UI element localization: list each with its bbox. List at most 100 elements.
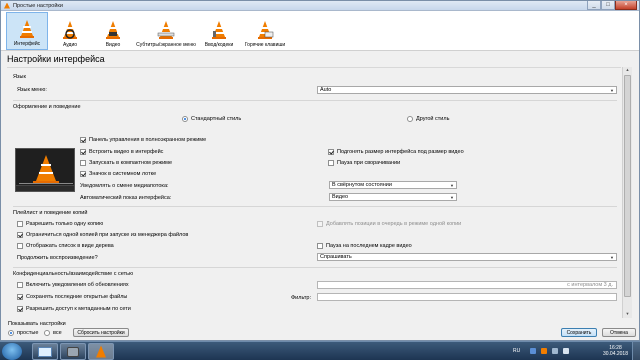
vlc-cone-icon [4,2,10,9]
reset-preferences-button[interactable]: Сбросить настройки [73,328,129,337]
scroll-up-icon[interactable]: ▲ [624,67,631,74]
tab-input-codecs[interactable]: Ввод/кодеки [198,12,240,50]
chevron-down-icon: ▼ [450,195,454,200]
checkbox-pause-minimized-label: Пауза при сворачивании [337,160,401,166]
checkbox-box [17,243,23,249]
tray-network-icon[interactable] [552,348,558,354]
checkbox-pause-minimized[interactable]: Пауза при сворачивании [328,160,400,166]
tab-subtitles[interactable]: Субтитры/экранное меню [135,12,197,50]
autoraise-label: Автоматический показ интерфейса: [80,195,172,201]
radio-other-style-label: Другой стиль [416,116,450,122]
subtitles-cone-icon [157,21,175,39]
tab-audio[interactable]: Аудио [49,12,91,50]
cancel-button[interactable]: Отмена [602,328,636,337]
radio-standard-style[interactable]: Стандартный стиль [182,116,241,122]
scroll-down-icon[interactable]: ▼ [624,311,631,318]
checkbox-start-minimal-label: Запускать в компактном режиме [89,160,173,166]
tray-flag-icon[interactable] [530,348,536,354]
tab-video[interactable]: Видео [92,12,134,50]
tray-vlc-icon[interactable] [541,348,547,354]
checkbox-box [80,149,86,155]
radio-dot [407,116,413,122]
checkbox-systray[interactable]: Значок в системном лотке [80,171,156,177]
show-desktop-button[interactable] [632,342,640,360]
scrollbar-thumb[interactable] [624,75,631,297]
checkbox-embed-video[interactable]: Встроить видео в интерфейс [80,149,163,155]
radio-dot [44,330,50,336]
checkbox-embed-video-label: Встроить видео в интерфейс [89,149,164,155]
checkbox-one-instance-fm[interactable]: Ограничиться одной копией при запуске из… [17,232,188,238]
save-button[interactable]: Сохранить [561,328,597,337]
minimize-button[interactable]: _ [587,1,601,10]
video-cone-icon [106,21,120,39]
settings-scrollbar[interactable]: ▲ ▼ [622,67,632,318]
checkbox-systray-label: Значок в системном лотке [89,171,157,177]
tray-clock[interactable]: 16:28 30.04.2018 [603,345,628,357]
checkbox-box [17,294,23,300]
title-bar[interactable]: Простые настройки _ □ × [1,1,639,11]
page-title: Настройки интерфейса [7,54,105,64]
vlc-cone-icon [96,345,106,358]
checkbox-start-minimal[interactable]: Запускать в компактном режиме [80,160,172,166]
interface-cone-icon [20,20,34,38]
preview-progress-bar [19,183,73,184]
checkbox-fullscreen-controls-label: Панель управления в полноэкранном режиме [89,137,207,143]
input-codecs-cone-icon [212,21,226,39]
preferences-window: Простые настройки _ □ × Интерфейс Аудио … [0,0,640,341]
checkbox-fullscreen-controls[interactable]: Панель управления в полноэкранном режиме [80,137,206,143]
taskbar-explorer-icon[interactable] [32,343,58,360]
menu-language-select[interactable]: Auto ▼ [317,86,617,94]
close-button[interactable]: × [615,1,637,10]
network-icon [67,346,79,357]
radio-simple-settings[interactable]: простые [8,330,38,336]
checkbox-box [317,243,323,249]
interface-preview [15,148,75,192]
checkbox-box [17,306,23,312]
maximize-button[interactable]: □ [601,1,615,10]
checkbox-box [80,171,86,177]
radio-other-style[interactable]: Другой стиль [407,116,449,122]
update-interval-field[interactable]: с интервалом 3 д. [317,281,617,289]
update-interval-placeholder: с интервалом 3 д. [567,282,613,288]
checkbox-recent-files[interactable]: Сохранять последние открытые файлы [17,294,127,300]
keyboard-language[interactable]: RU [513,348,520,354]
taskbar: RU 16:28 30.04.2018 [0,341,640,360]
radio-standard-style-label: Стандартный стиль [191,116,242,122]
checkbox-resize-interface[interactable]: Подгонять размер интерфейса под размер в… [328,149,464,155]
checkbox-tree-view[interactable]: Отображать список в виде дерева [17,243,114,249]
category-toolbar: Интерфейс Аудио Видео Субтитры/экранное … [1,11,639,51]
checkbox-enqueue[interactable]: Добавлять позиции в очередь в режиме одн… [317,221,461,227]
checkbox-one-instance[interactable]: Разрешить только одну копию [17,221,103,227]
start-button[interactable] [2,343,22,360]
tab-hotkeys-label: Горячие клавиши [244,42,286,48]
checkbox-pause-last-frame[interactable]: Пауза на последнем кадре видео [317,243,412,249]
checkbox-one-instance-label: Разрешить только одну копию [26,221,104,227]
taskbar-vlc-icon[interactable] [88,343,114,360]
tab-interface[interactable]: Интерфейс [6,12,48,50]
radio-all-settings[interactable]: все [44,330,62,336]
tab-hotkeys[interactable]: Горячие клавиши [241,12,289,50]
filter-input[interactable] [317,293,617,301]
checkbox-box [17,221,23,227]
autoraise-value: Видео [332,194,349,200]
autoraise-select[interactable]: Видео ▼ [329,193,457,201]
window-controls: _ □ × [587,1,637,10]
tray-volume-icon[interactable] [563,348,569,354]
audio-cone-icon [63,21,77,39]
checkbox-resize-interface-label: Подгонять размер интерфейса под размер в… [337,149,464,155]
section-privacy: Конфиденциальность/взаимодействие с сеть… [13,271,134,277]
checkbox-recent-files-label: Сохранять последние открытые файлы [26,294,128,300]
divider [13,267,617,268]
checkbox-update-notify[interactable]: Включить уведомления об обновлениях [17,282,129,288]
menu-language-value: Auto [320,87,332,93]
notify-select[interactable]: В свёрнутом состоянии ▼ [329,181,457,189]
checkbox-pause-last-frame-label: Пауза на последнем кадре видео [326,243,412,249]
checkbox-metadata-network[interactable]: Разрешить доступ к метаданным по сети [17,306,131,312]
radio-dot [182,116,188,122]
checkbox-one-instance-fm-label: Ограничиться одной копией при запуске из… [26,232,189,238]
chevron-down-icon: ▼ [610,255,614,260]
divider [13,100,617,101]
taskbar-network-icon[interactable] [60,343,86,360]
checkbox-box [80,137,86,143]
continue-playback-select[interactable]: Спрашивать ▼ [317,253,617,261]
